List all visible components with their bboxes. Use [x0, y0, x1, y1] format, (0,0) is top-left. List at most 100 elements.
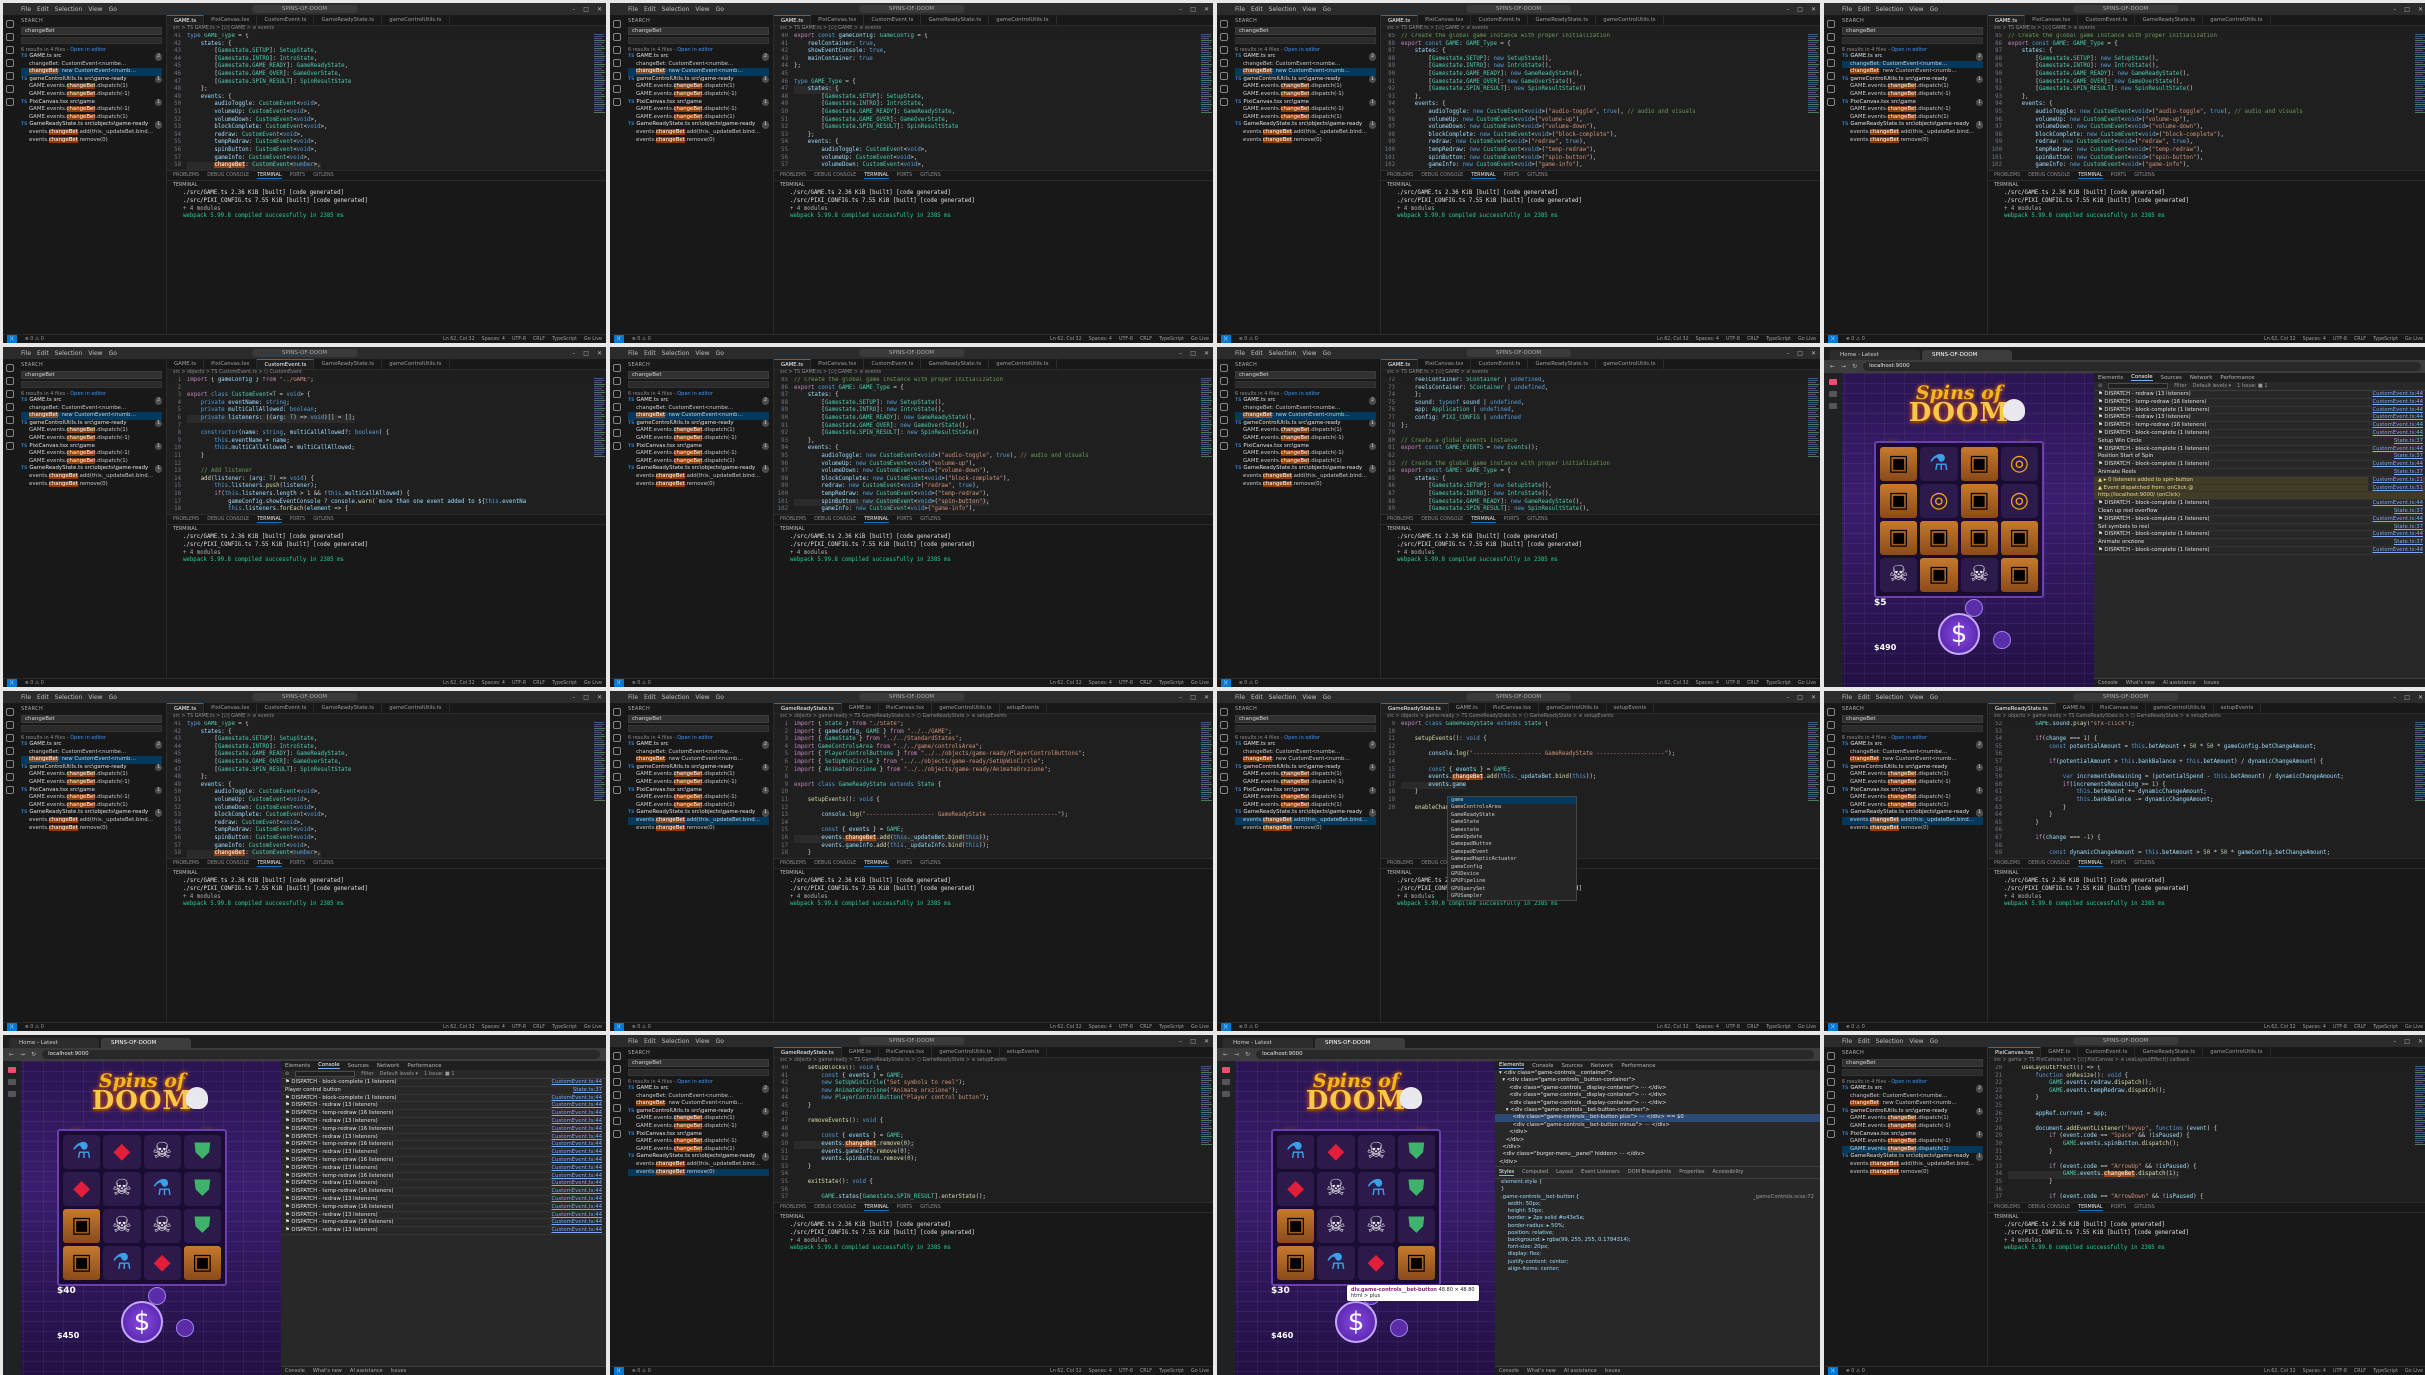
console-row[interactable]: ⚑ DISPATCH - temp-redraw (16 listeners)C…	[281, 1219, 606, 1227]
code-line[interactable]: 50 audioToggle: CustomEvent<void>,	[167, 101, 592, 109]
search-result-file[interactable]: GAME.ts src2	[1235, 741, 1376, 749]
drawer-tab[interactable]: What's new	[1527, 1368, 1556, 1374]
dom-node[interactable]: </div>	[1495, 1129, 1820, 1136]
search-result-match[interactable]: GAME.events.changeBet.dispatch(-1)	[628, 106, 769, 114]
styles-tab[interactable]: Event Listeners	[1581, 1169, 1620, 1176]
code-line[interactable]: 17 gameConfig.showEventConsole ? console…	[167, 499, 592, 507]
open-in-editor-link[interactable]: Open in editor	[1891, 1079, 1927, 1085]
command-center[interactable]: SPINS-OF-DOOM	[1466, 693, 1571, 701]
problems-count[interactable]: ⊗ 0 ⚠ 0	[632, 681, 651, 686]
explorer-icon[interactable]	[1220, 708, 1228, 716]
code-line[interactable]: 66	[1988, 827, 2413, 835]
devtools-tab[interactable]: Network	[377, 1063, 400, 1069]
code-line[interactable]: 16 events.changeBet.add(this._updateBet.…	[774, 835, 1199, 843]
editor-tab[interactable]: GameReadyState.ts	[2135, 1047, 2203, 1057]
forward-icon[interactable]: →	[1841, 363, 1846, 370]
menu-item[interactable]: View	[1302, 694, 1316, 701]
code-line[interactable]: 91 [Gamestate.GAME_OVER]: new GameOverSt…	[774, 423, 1199, 431]
search-result-file[interactable]: gameControlUtils.ts src\game-ready1	[628, 1108, 769, 1116]
panel-tab[interactable]: TERMINAL	[864, 1205, 888, 1211]
status-item[interactable]: CRLF	[1140, 681, 1152, 686]
explorer-icon[interactable]	[613, 20, 621, 28]
panel-tab[interactable]: GITLENS	[313, 173, 333, 179]
editor-tab[interactable]: CustomEvent.ts	[257, 703, 314, 713]
code-line[interactable]: 85// Create the global game instance wit…	[1381, 33, 1806, 41]
replace-input[interactable]	[21, 381, 162, 388]
search-result-match[interactable]: GAME.events.changeBet.dispatch(-1)	[628, 1138, 769, 1146]
dom-node[interactable]: <div class="game-controls__bet-button pl…	[1495, 1114, 1820, 1121]
code-line[interactable]: 40export const gameConfig: GameConfig = …	[774, 33, 1199, 41]
code-line[interactable]: 12	[167, 461, 592, 469]
extensions-icon[interactable]	[613, 1104, 621, 1112]
source-control-icon[interactable]	[1220, 46, 1228, 54]
search-icon[interactable]	[1220, 377, 1228, 385]
css-rule-line[interactable]: align-items: center;	[1495, 1266, 1820, 1273]
panel-tab[interactable]: GITLENS	[313, 517, 333, 523]
status-item[interactable]: Spaces: 4	[1089, 1025, 1112, 1030]
menu-item[interactable]: File	[628, 350, 638, 357]
code-line[interactable]: 46	[774, 1111, 1199, 1119]
breadcrumb[interactable]: src > TS GAME.ts > [∅] GAME > ⊘ events	[1988, 26, 2425, 33]
console-row[interactable]: ⚑ DISPATCH - block-complete (1 listeners…	[2094, 461, 2425, 469]
panel-tab[interactable]: DEBUG CONSOLE	[814, 173, 856, 179]
editor-tab[interactable]: PixiCanvas.tsx	[1418, 359, 1471, 369]
search-result-match[interactable]: GAME.events.changeBet.dispatch(1)	[1235, 427, 1376, 435]
panel-tab[interactable]: TERMINAL	[2078, 173, 2102, 179]
code-line[interactable]: 36	[1988, 1187, 2413, 1195]
status-item[interactable]: Ln 62, Col 32	[1657, 1025, 1689, 1030]
editor-tab[interactable]: setupEvents	[2214, 703, 2262, 713]
code-line[interactable]: 42 showEventConsole: true,	[774, 48, 1199, 56]
search-result-match[interactable]: changeBet: new CustomEvent<numb…	[628, 756, 769, 764]
styles-tab[interactable]: DOM Breakpoints	[1628, 1169, 1671, 1176]
css-rule-line[interactable]: border-radius: ▸ 50%;	[1495, 1223, 1820, 1230]
code-line[interactable]: 16 if(this.listeners.length > 1 && !this…	[167, 491, 592, 499]
command-center[interactable]: SPINS-OF-DOOM	[252, 349, 357, 357]
editor-tab[interactable]: gameControlUtils.ts	[989, 359, 1056, 369]
code-line[interactable]: 5import { PlayerControlButtons } from ".…	[774, 751, 1199, 759]
replace-input[interactable]	[21, 37, 162, 44]
console-source-link[interactable]: CustomEvent.ts:44	[547, 1212, 602, 1220]
search-input[interactable]: changeBet	[628, 27, 769, 35]
remote-indicator-icon[interactable]: ⟩⟨	[1828, 1023, 1838, 1032]
code-line[interactable]: 41type GAME_Type = {	[167, 721, 592, 729]
menu-item[interactable]: Edit	[644, 1038, 656, 1045]
source-control-icon[interactable]	[1827, 734, 1835, 742]
search-result-file[interactable]: PixiCanvas.tsx src\game1	[21, 443, 162, 451]
code-line[interactable]: 101 spinButton: new CustomEvent<void>("s…	[1381, 155, 1806, 163]
search-icon[interactable]	[613, 721, 621, 729]
devtools-tab[interactable]: Console	[318, 1062, 339, 1069]
editor-tab[interactable]: gameControlUtils.ts	[2146, 703, 2213, 713]
search-result-match[interactable]: events.changeBet.remove(0)	[1842, 137, 1983, 145]
run-debug-icon[interactable]	[1827, 1091, 1835, 1099]
code-line[interactable]: 90 [Gamestate.GAME_READY]: new GameReady…	[774, 415, 1199, 423]
editor-tab[interactable]: gameControlUtils.ts	[2203, 15, 2270, 25]
breadcrumb[interactable]: src > TS GAME.ts > [∅] GAME > ⊘ events	[167, 714, 606, 721]
status-item[interactable]: Ln 62, Col 32	[1050, 337, 1082, 342]
source-control-icon[interactable]	[613, 734, 621, 742]
menu-item[interactable]: View	[695, 694, 709, 701]
close-icon[interactable]: ✕	[1204, 694, 1209, 701]
testing-icon[interactable]	[6, 786, 14, 794]
status-item[interactable]: TypeScript	[2373, 337, 2398, 342]
problems-count[interactable]: ⊗ 0 ⚠ 0	[632, 1025, 651, 1030]
search-result-match[interactable]: changeBet: new CustomEvent<numb…	[1235, 68, 1376, 76]
search-result-match[interactable]: changeBet: CustomEvent<numbe…	[628, 1093, 769, 1101]
panel-tab[interactable]: PORTS	[1504, 517, 1520, 523]
extensions-icon[interactable]	[1827, 760, 1835, 768]
code-line[interactable]: 50 events.changeBet.remove(0);	[774, 1141, 1199, 1149]
menu-item[interactable]: View	[88, 694, 102, 701]
console-source-link[interactable]: CustomEvent.ts:51	[2368, 485, 2423, 493]
code-line[interactable]: 10	[774, 789, 1199, 797]
replace-input[interactable]	[21, 725, 162, 732]
search-input[interactable]: changeBet	[21, 715, 162, 723]
code-line[interactable]: 55 tempRedraw: CustomEvent<void>,	[167, 139, 592, 147]
remote-icon[interactable]	[1827, 1117, 1835, 1125]
console-row[interactable]: ⚑ DISPATCH - redraw (13 listeners)Custom…	[2094, 414, 2425, 422]
search-result-match[interactable]: events.changeBet.add(this._updateBet.bin…	[21, 817, 162, 825]
console-source-link[interactable]: CustomEvent.ts:44	[2368, 422, 2423, 430]
console-row[interactable]: Setup Win CircleState.ts:37	[2094, 438, 2425, 446]
code-line[interactable]: 99 redraw: new CustomEvent<void>("redraw…	[774, 483, 1199, 491]
console-source-link[interactable]: CustomEvent.ts:44	[547, 1102, 602, 1110]
menu-item[interactable]: Selection	[662, 350, 690, 357]
console-row[interactable]: Player control buttonState.ts:37	[281, 1087, 606, 1095]
